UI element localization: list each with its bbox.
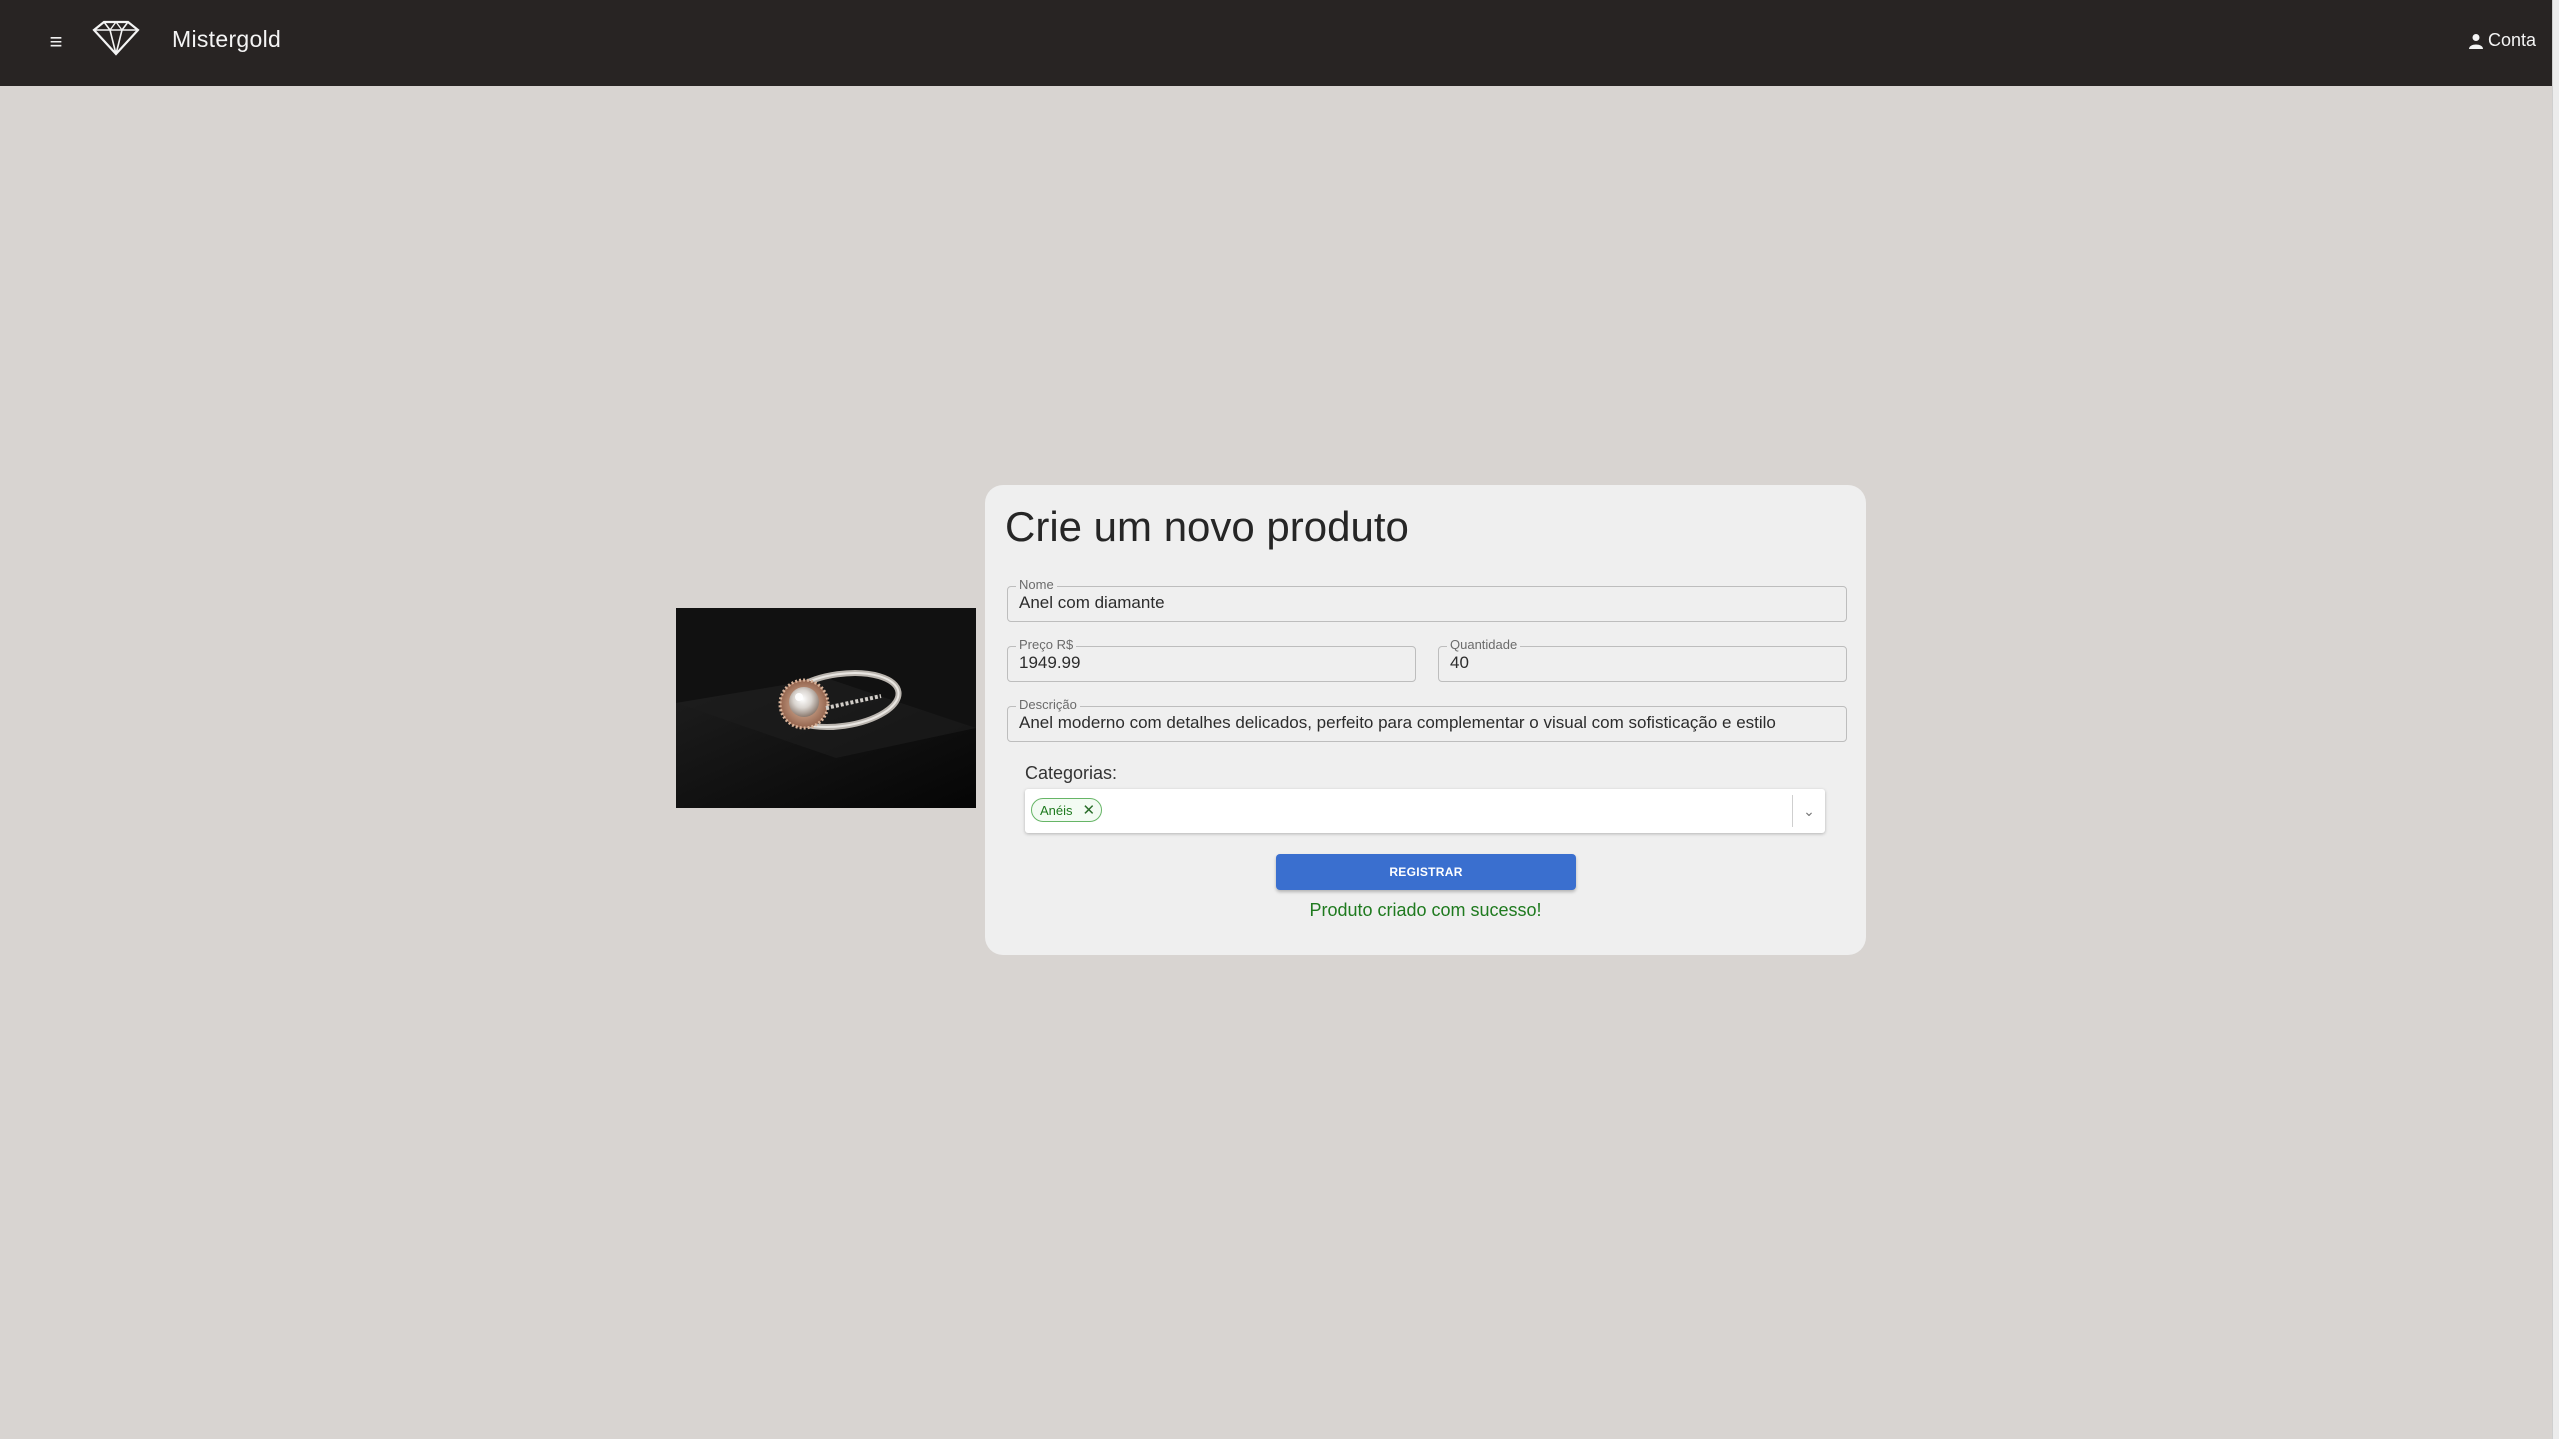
remove-chip-icon[interactable]: ✕ [1083, 801, 1096, 819]
quantity-input[interactable] [1450, 653, 1839, 673]
account-link[interactable]: Conta [2468, 30, 2536, 51]
product-image [676, 608, 976, 808]
price-field[interactable]: Preço R$ [1007, 638, 1416, 682]
chevron-down-icon[interactable]: ⌄ [1801, 801, 1817, 821]
hamburger-menu-icon[interactable]: ≡ [42, 28, 70, 56]
account-label: Conta [2487, 30, 2536, 50]
category-chip-label: Anéis [1040, 802, 1073, 818]
top-navbar: ≡ Mistergold Conta [0, 0, 2552, 86]
name-field-label: Nome [1016, 578, 1057, 592]
categories-label: Categorias: [1025, 763, 1118, 783]
description-field-label: Descrição [1016, 698, 1080, 712]
select-divider [1792, 795, 1793, 827]
page-title: Crie um novo produto [1005, 503, 1409, 550]
name-input[interactable] [1019, 593, 1839, 613]
price-field-label: Preço R$ [1016, 638, 1077, 652]
description-field[interactable]: Descrição [1007, 698, 1847, 742]
user-icon [2468, 33, 2483, 49]
diamond-logo-icon[interactable] [88, 18, 144, 58]
name-field[interactable]: Nome [1007, 578, 1847, 622]
brand-name[interactable]: Mistergold [172, 26, 281, 53]
product-form-card: Crie um novo produto Nome Preço R$ Quant… [985, 485, 1866, 955]
quantity-field-label: Quantidade [1447, 638, 1521, 652]
category-chip[interactable]: Anéis ✕ [1031, 798, 1103, 822]
quantity-field[interactable]: Quantidade [1438, 638, 1847, 682]
price-input[interactable] [1019, 653, 1408, 673]
register-button[interactable]: REGISTRAR [1276, 854, 1576, 890]
page-scrollbar[interactable] [2552, 0, 2559, 1439]
categories-select[interactable]: Anéis ✕ ⌄ [1025, 789, 1825, 833]
success-message: Produto criado com sucesso! [1309, 900, 1542, 920]
description-input[interactable] [1019, 713, 1839, 733]
